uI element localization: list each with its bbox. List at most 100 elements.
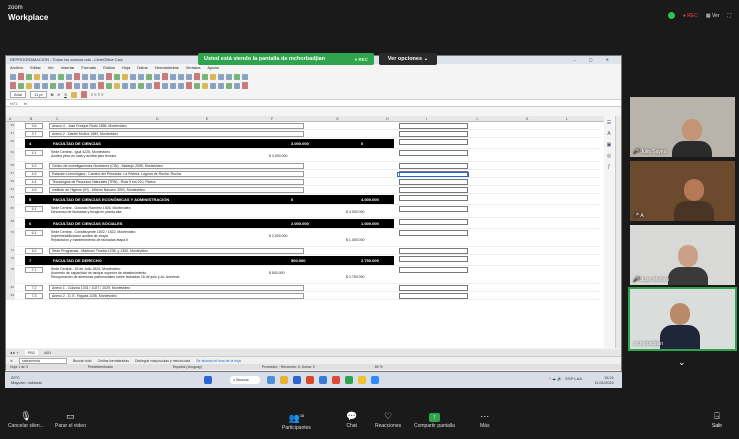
view-options-button[interactable]: Ver opciones ⌄ xyxy=(379,53,437,65)
menu-item[interactable]: Herramientas xyxy=(155,64,179,72)
column-h-cell[interactable] xyxy=(399,139,468,145)
toolbar-icon[interactable] xyxy=(106,82,112,89)
bold-button[interactable]: N xyxy=(51,92,54,97)
menu-item[interactable]: Datos xyxy=(137,64,147,72)
toolbar-icon[interactable] xyxy=(18,72,24,81)
column-h-cell[interactable] xyxy=(399,293,468,299)
toolbar-icon[interactable] xyxy=(34,73,40,80)
menu-item[interactable]: Ver xyxy=(48,64,54,72)
item-value-b[interactable]: $ 4.000.000 xyxy=(346,210,365,214)
styles-icon[interactable]: A xyxy=(607,131,610,137)
item-description[interactable]: Tecnológica de Recursos Naturales (TRN) … xyxy=(49,179,304,185)
toolbar-icon[interactable] xyxy=(162,82,168,89)
audio-button[interactable]: 🎙︎ Cancelar silen... xyxy=(8,410,44,430)
close-find-icon[interactable]: ✕ xyxy=(10,359,13,363)
toolbar-icon[interactable] xyxy=(114,82,120,89)
toolbar-icon[interactable] xyxy=(106,72,112,81)
toolbar-icon[interactable] xyxy=(210,73,216,80)
column-h-cell[interactable] xyxy=(399,150,468,156)
row-number[interactable]: 50 xyxy=(6,138,15,148)
item-code[interactable]: 6.1 xyxy=(25,230,43,236)
item-code[interactable]: 7.3 xyxy=(25,293,43,299)
italic-button[interactable]: K xyxy=(58,92,61,97)
row-number[interactable]: 70 xyxy=(6,229,15,246)
system-tray[interactable]: ^ ☁ 🔊 xyxy=(549,376,562,381)
column-h-cell[interactable] xyxy=(399,163,468,169)
item-description[interactable]: Anexo 2 - Daniel Muñoz 1982, Montevideo xyxy=(49,131,304,137)
toolbar-icon[interactable] xyxy=(130,73,136,80)
row-number[interactable]: 63 xyxy=(6,194,15,204)
menu-item[interactable]: Ventana xyxy=(186,64,201,72)
zoom-app-icon[interactable] xyxy=(371,376,379,384)
toolbar-icon[interactable] xyxy=(26,73,32,80)
find-option[interactable]: Distinguir mayúsculas y minúsculas xyxy=(135,359,190,363)
item-code[interactable]: 7.1 xyxy=(25,267,43,273)
item-value-a[interactable]: $ 2.000.000 xyxy=(269,234,288,238)
chrome-icon[interactable] xyxy=(332,376,340,384)
column-h-cell[interactable] xyxy=(399,230,468,236)
row-number[interactable]: 82 xyxy=(6,284,15,291)
item-code[interactable]: 4.1 xyxy=(25,150,43,156)
item-code[interactable]: 4.5 xyxy=(25,187,43,193)
toolbar-icon[interactable] xyxy=(42,73,48,80)
toolbar-icon[interactable] xyxy=(98,73,104,80)
sheet-tab[interactable]: A01 xyxy=(44,350,51,355)
item-code[interactable]: 4.3 xyxy=(25,171,43,177)
row-number[interactable]: 61 xyxy=(6,186,15,193)
toolbar-icon[interactable] xyxy=(26,82,32,89)
column-h-cell[interactable] xyxy=(399,123,468,129)
row-number[interactable]: 57 xyxy=(6,170,15,177)
participant-tile[interactable]: 🎤̸ Julio Sayes xyxy=(630,97,735,157)
column-h-cell[interactable] xyxy=(399,206,468,212)
toolbar-icon[interactable] xyxy=(218,82,224,89)
item-description[interactable]: Estación Limnológica - Camino del Pescad… xyxy=(49,171,304,177)
toolbar-icon[interactable] xyxy=(42,82,48,89)
item-detail[interactable]: Azotea yeso en sala y azotea piso técnic… xyxy=(49,154,304,158)
toolbar-icon[interactable] xyxy=(138,73,144,80)
spreadsheet-grid[interactable]: ABCDEFGHIJKL 45 3.6 Anexo 4 - José Enrique… xyxy=(6,116,604,348)
row-number[interactable]: 78 xyxy=(6,266,15,283)
function-icon[interactable]: fx xyxy=(24,101,27,106)
item-value-b[interactable]: $ 2.750.000 xyxy=(346,275,365,279)
weather-widget[interactable]: 29°C Mayorm. nublado xyxy=(11,375,42,385)
fullscreen-icon[interactable]: ⛶ xyxy=(727,13,731,19)
taskbar-search[interactable]: ⌕ Buscar xyxy=(230,376,260,384)
toolbar-icon[interactable] xyxy=(178,82,184,89)
item-description[interactable]: Sede Programas - Martínez Trueba 1236, y… xyxy=(49,248,304,254)
toolbar-icon[interactable] xyxy=(58,73,64,80)
toolbar-icon[interactable] xyxy=(146,73,152,80)
start-icon[interactable] xyxy=(204,376,212,384)
item-code[interactable]: 6.2 xyxy=(25,248,43,254)
toolbar-icon[interactable] xyxy=(34,82,40,89)
row-number[interactable]: 55 xyxy=(6,162,15,169)
column-h-cell[interactable] xyxy=(399,256,468,262)
toolbar-icon[interactable] xyxy=(202,82,208,89)
row-number[interactable]: 45 xyxy=(6,122,15,129)
share-screen-button[interactable]: ↑ Compartir pantalla xyxy=(414,410,455,430)
name-box[interactable]: H71 xyxy=(10,101,17,106)
menu-item[interactable]: Insertar xyxy=(61,64,75,72)
menu-item[interactable]: Formato xyxy=(81,64,96,72)
toolbar-icon[interactable] xyxy=(122,82,128,89)
toolbar-icon[interactable] xyxy=(66,81,72,90)
language-indicator[interactable]: ESP LAA xyxy=(565,376,582,381)
toolbar-icon[interactable] xyxy=(114,73,120,80)
column-h-cell[interactable] xyxy=(399,285,468,291)
item-code[interactable]: 3.7 xyxy=(25,131,43,137)
toolbar-icon[interactable] xyxy=(50,73,56,80)
item-value-b[interactable]: $ 1.000.000 xyxy=(346,238,365,242)
item-description[interactable]: Anexo 4 - José Enrique Rodó 1856, Montev… xyxy=(49,123,304,129)
item-code[interactable]: 4.2 xyxy=(25,163,43,169)
taskbar-clock[interactable]: 15:21 11/11/2021 xyxy=(595,375,614,385)
menu-item[interactable]: Archivo xyxy=(10,64,23,72)
column-h-cell[interactable] xyxy=(399,131,468,137)
toolbar-icon[interactable] xyxy=(82,82,88,89)
item-description[interactable]: Anexo 1 - Colonia 1031 / 1027 / 1029, Mo… xyxy=(49,285,304,291)
menu-item[interactable]: Estilos xyxy=(103,64,115,72)
item-description[interactable]: Instituto de Higiene (IH) - Alfredo Nava… xyxy=(49,187,304,193)
toolbar-icon[interactable] xyxy=(10,81,16,90)
align-icons[interactable]: ≡ ≡ ≡ ≡ xyxy=(91,92,104,97)
toolbar-icon[interactable] xyxy=(170,82,176,89)
column-h-cell[interactable] xyxy=(399,195,468,201)
item-detail[interactable]: Recuperación de aberturas patrimoniales … xyxy=(49,275,304,279)
